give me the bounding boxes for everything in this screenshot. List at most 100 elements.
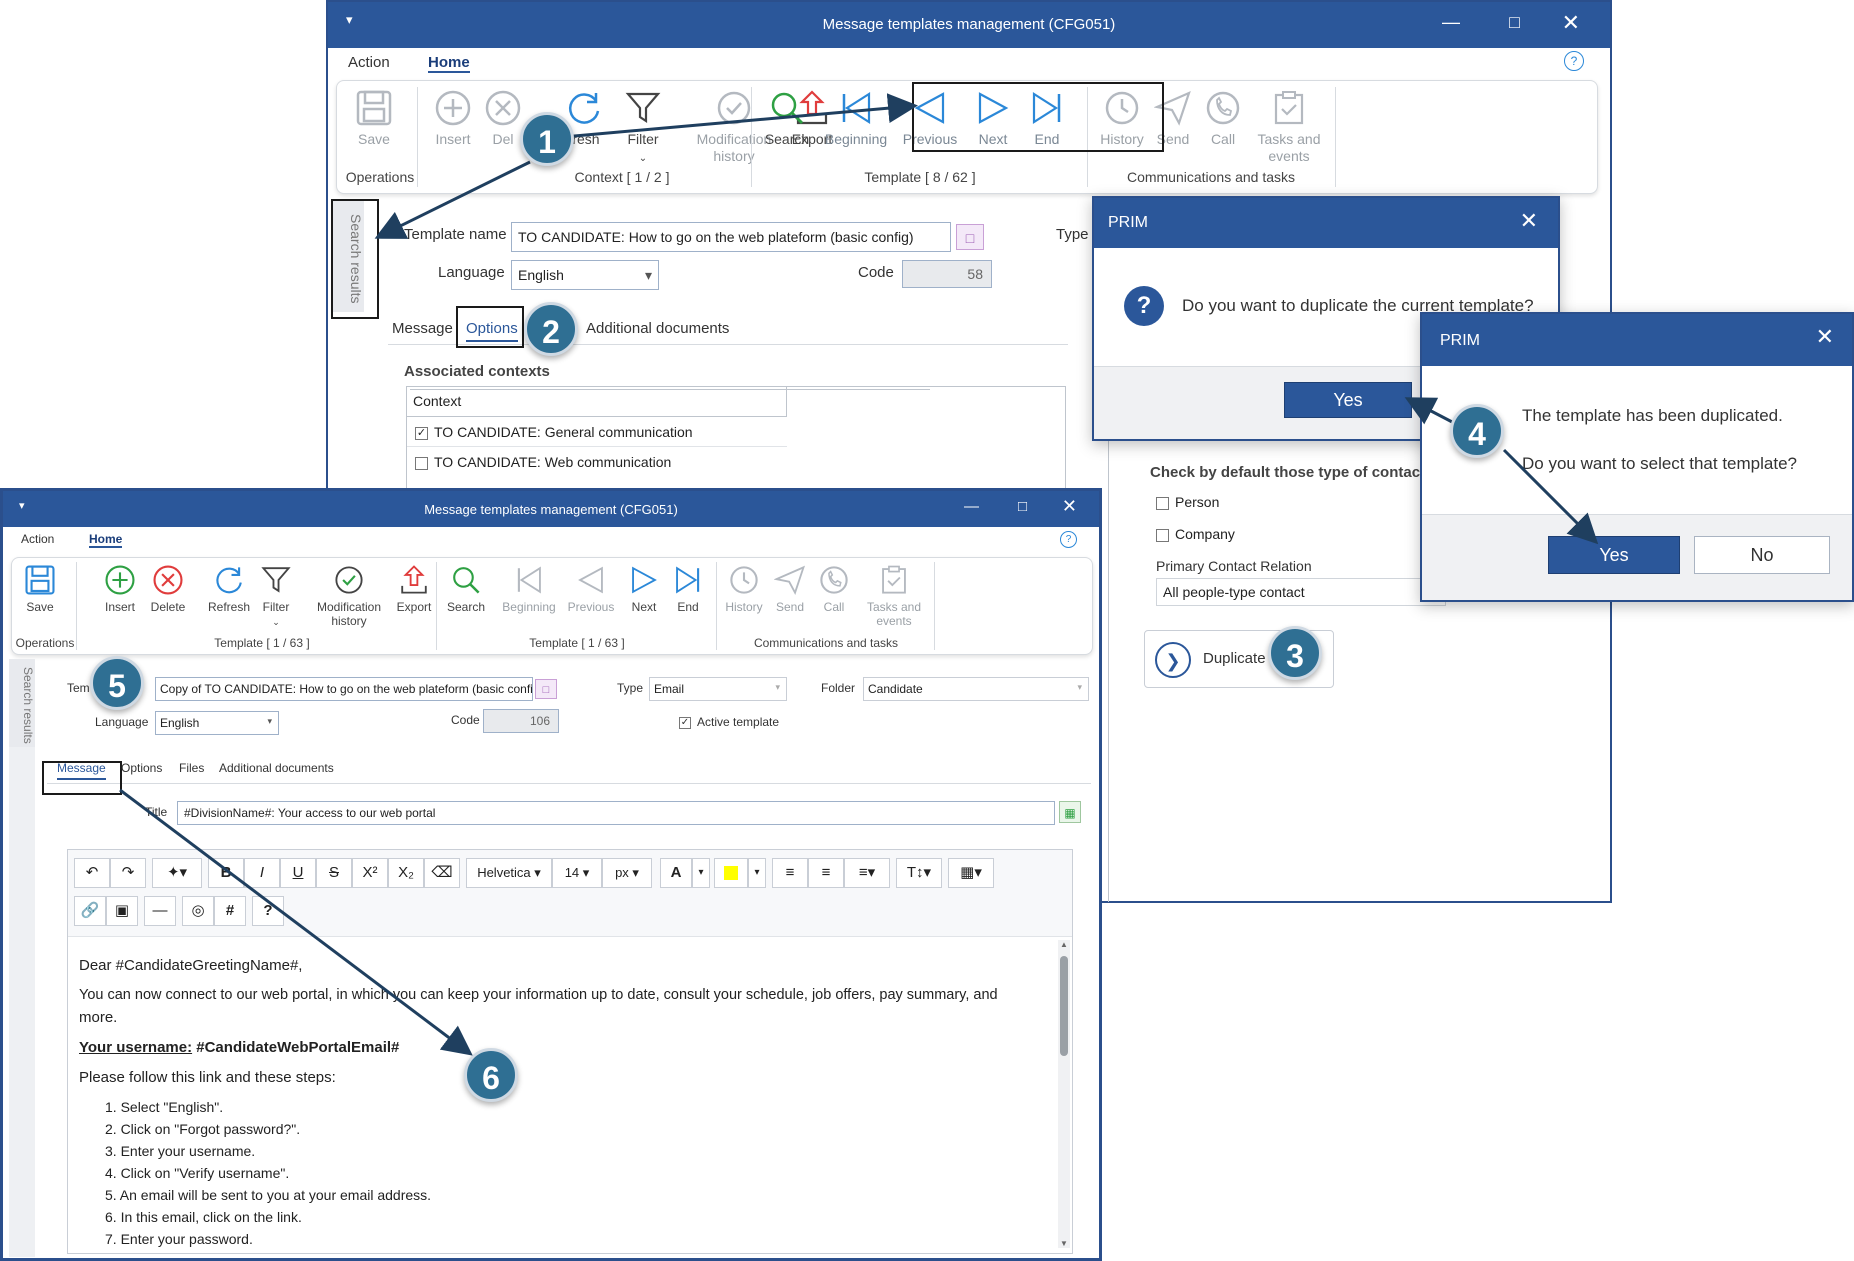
- person-option[interactable]: Person: [1156, 494, 1219, 510]
- contexts-row[interactable]: TO CANDIDATE: Web communication: [407, 447, 787, 477]
- active-template-checkbox[interactable]: ✓: [679, 716, 691, 729]
- subscript-button[interactable]: X₂: [388, 858, 424, 888]
- editor-scrollbar[interactable]: ▲ ▼: [1058, 940, 1070, 1248]
- next-button[interactable]: Next: [624, 564, 664, 614]
- scrollbar-thumb[interactable]: [1060, 956, 1068, 1056]
- type-select[interactable]: Email ▾: [649, 677, 787, 701]
- editor-paragraph-cont[interactable]: more.: [79, 1009, 117, 1026]
- help-icon[interactable]: ?: [1564, 51, 1584, 71]
- search-button[interactable]: Search: [442, 564, 490, 614]
- text-color-button[interactable]: A: [660, 858, 692, 888]
- tab-additional-documents[interactable]: Additional documents: [219, 761, 334, 775]
- font-unit-select[interactable]: px ▾: [602, 858, 652, 888]
- scroll-up-icon[interactable]: ▲: [1058, 940, 1070, 949]
- tab-message[interactable]: Message: [392, 320, 453, 337]
- list-item[interactable]: 5. An email will be sent to you at your …: [105, 1187, 431, 1203]
- save-button[interactable]: Save: [349, 89, 399, 148]
- delete-button[interactable]: Del: [483, 89, 523, 148]
- font-family-select[interactable]: Helvetica ▾: [466, 858, 552, 888]
- export-button[interactable]: Export: [392, 564, 436, 614]
- context-checkbox[interactable]: [415, 456, 428, 470]
- context-checkbox-checked[interactable]: ✓: [415, 426, 428, 440]
- list-item[interactable]: 3. Enter your username.: [105, 1143, 255, 1159]
- previous-button[interactable]: Previous: [564, 564, 618, 614]
- contexts-row[interactable]: ✓ TO CANDIDATE: General communication: [407, 417, 787, 447]
- horizontal-rule-button[interactable]: —: [144, 896, 176, 926]
- highlight-color-dropdown[interactable]: ▾: [748, 858, 766, 888]
- strikethrough-button[interactable]: S: [316, 858, 352, 888]
- italic-button[interactable]: I: [244, 858, 280, 888]
- text-color-dropdown[interactable]: ▾: [692, 858, 710, 888]
- close-icon[interactable]: ✕: [1816, 324, 1834, 350]
- superscript-button[interactable]: X²: [352, 858, 388, 888]
- comment-icon[interactable]: □: [535, 679, 557, 699]
- redo-button[interactable]: ↷: [110, 858, 146, 888]
- search-results-panel[interactable]: Search results: [9, 659, 35, 747]
- scroll-down-icon[interactable]: ▼: [1058, 1239, 1070, 1248]
- close-icon[interactable]: ✕: [1520, 208, 1538, 234]
- title-input[interactable]: #DivisionName#: Your access to our web p…: [177, 801, 1055, 825]
- bold-button[interactable]: B: [208, 858, 244, 888]
- person-checkbox[interactable]: [1156, 496, 1169, 510]
- list-item[interactable]: 7. Enter your password.: [105, 1231, 253, 1249]
- editor-paragraph[interactable]: You can now connect to our web portal, i…: [79, 987, 998, 1003]
- tab-additional-documents[interactable]: Additional documents: [586, 320, 729, 337]
- active-template-option[interactable]: ✓ Active template: [679, 715, 779, 729]
- template-name-input[interactable]: Copy of TO CANDIDATE: How to go on the w…: [155, 677, 533, 701]
- line-height-button[interactable]: T↕▾: [896, 858, 942, 888]
- refresh-button[interactable]: Refresh: [204, 564, 254, 614]
- folder-select[interactable]: Candidate ▾: [863, 677, 1089, 701]
- clear-format-button[interactable]: ⌫: [424, 858, 460, 888]
- insert-button[interactable]: Insert: [100, 564, 140, 614]
- bullet-list-button[interactable]: ≡: [772, 858, 808, 888]
- editor-steps-intro[interactable]: Please follow this link and these steps:: [79, 1069, 336, 1086]
- tab-files[interactable]: Files: [179, 761, 204, 775]
- table-button[interactable]: ▦▾: [948, 858, 994, 888]
- menu-action[interactable]: Action: [348, 54, 390, 71]
- list-item[interactable]: 1. Select "English".: [105, 1099, 223, 1115]
- filter-button[interactable]: Filter ⌄: [256, 564, 296, 629]
- image-button[interactable]: ▣: [106, 896, 138, 926]
- underline-button[interactable]: U: [280, 858, 316, 888]
- menu-home[interactable]: Home: [428, 54, 470, 73]
- save-button[interactable]: Save: [20, 564, 60, 614]
- minimize-icon[interactable]: —: [1442, 12, 1460, 33]
- company-option[interactable]: Company: [1156, 526, 1235, 542]
- insert-field-icon[interactable]: ▦: [1059, 801, 1081, 823]
- maximize-icon[interactable]: □: [1509, 12, 1520, 33]
- menu-home[interactable]: Home: [89, 532, 123, 548]
- history-button[interactable]: History: [720, 564, 768, 614]
- yes-button[interactable]: Yes: [1284, 382, 1412, 418]
- hashtag-button[interactable]: #: [214, 896, 246, 926]
- end-button[interactable]: End: [668, 564, 708, 614]
- delete-button[interactable]: Delete: [146, 564, 190, 614]
- align-button[interactable]: ≡▾: [844, 858, 890, 888]
- tasks-events-button[interactable]: Tasks and events: [1249, 89, 1329, 165]
- company-checkbox[interactable]: [1156, 528, 1169, 542]
- language-select[interactable]: English ▾: [511, 260, 659, 290]
- link-button[interactable]: 🔗: [74, 896, 106, 926]
- minimize-icon[interactable]: —: [964, 498, 979, 515]
- call-button[interactable]: Call: [814, 564, 854, 614]
- modification-history-button[interactable]: Modification history: [308, 564, 390, 629]
- list-item[interactable]: 6. In this email, click on the link.: [105, 1209, 302, 1225]
- magic-format-button[interactable]: ✦▾: [152, 858, 202, 888]
- tab-options[interactable]: Options: [121, 761, 162, 775]
- editor-username[interactable]: Your username: #CandidateWebPortalEmail#: [79, 1039, 399, 1056]
- primary-relation-select[interactable]: All people-type contact: [1156, 578, 1446, 606]
- maximize-icon[interactable]: □: [1018, 498, 1027, 515]
- list-item[interactable]: 4. Click on "Verify username".: [105, 1165, 289, 1181]
- template-name-input[interactable]: TO CANDIDATE: How to go on the web plate…: [511, 222, 951, 252]
- close-icon[interactable]: ✕: [1562, 10, 1580, 36]
- send-button[interactable]: Send: [770, 564, 810, 614]
- list-item[interactable]: 2. Click on "Forgot password?".: [105, 1121, 300, 1137]
- editor-greeting[interactable]: Dear #CandidateGreetingName#,: [79, 957, 302, 974]
- help-icon[interactable]: ?: [1060, 531, 1077, 548]
- video-button[interactable]: ◎: [182, 896, 214, 926]
- filter-button[interactable]: Filter ⌄: [617, 89, 669, 165]
- beginning-button[interactable]: Beginning: [821, 89, 891, 148]
- language-select[interactable]: English ▾: [155, 711, 279, 735]
- yes-button[interactable]: Yes: [1548, 536, 1680, 574]
- insert-button[interactable]: Insert: [429, 89, 477, 148]
- beginning-button[interactable]: Beginning: [500, 564, 558, 614]
